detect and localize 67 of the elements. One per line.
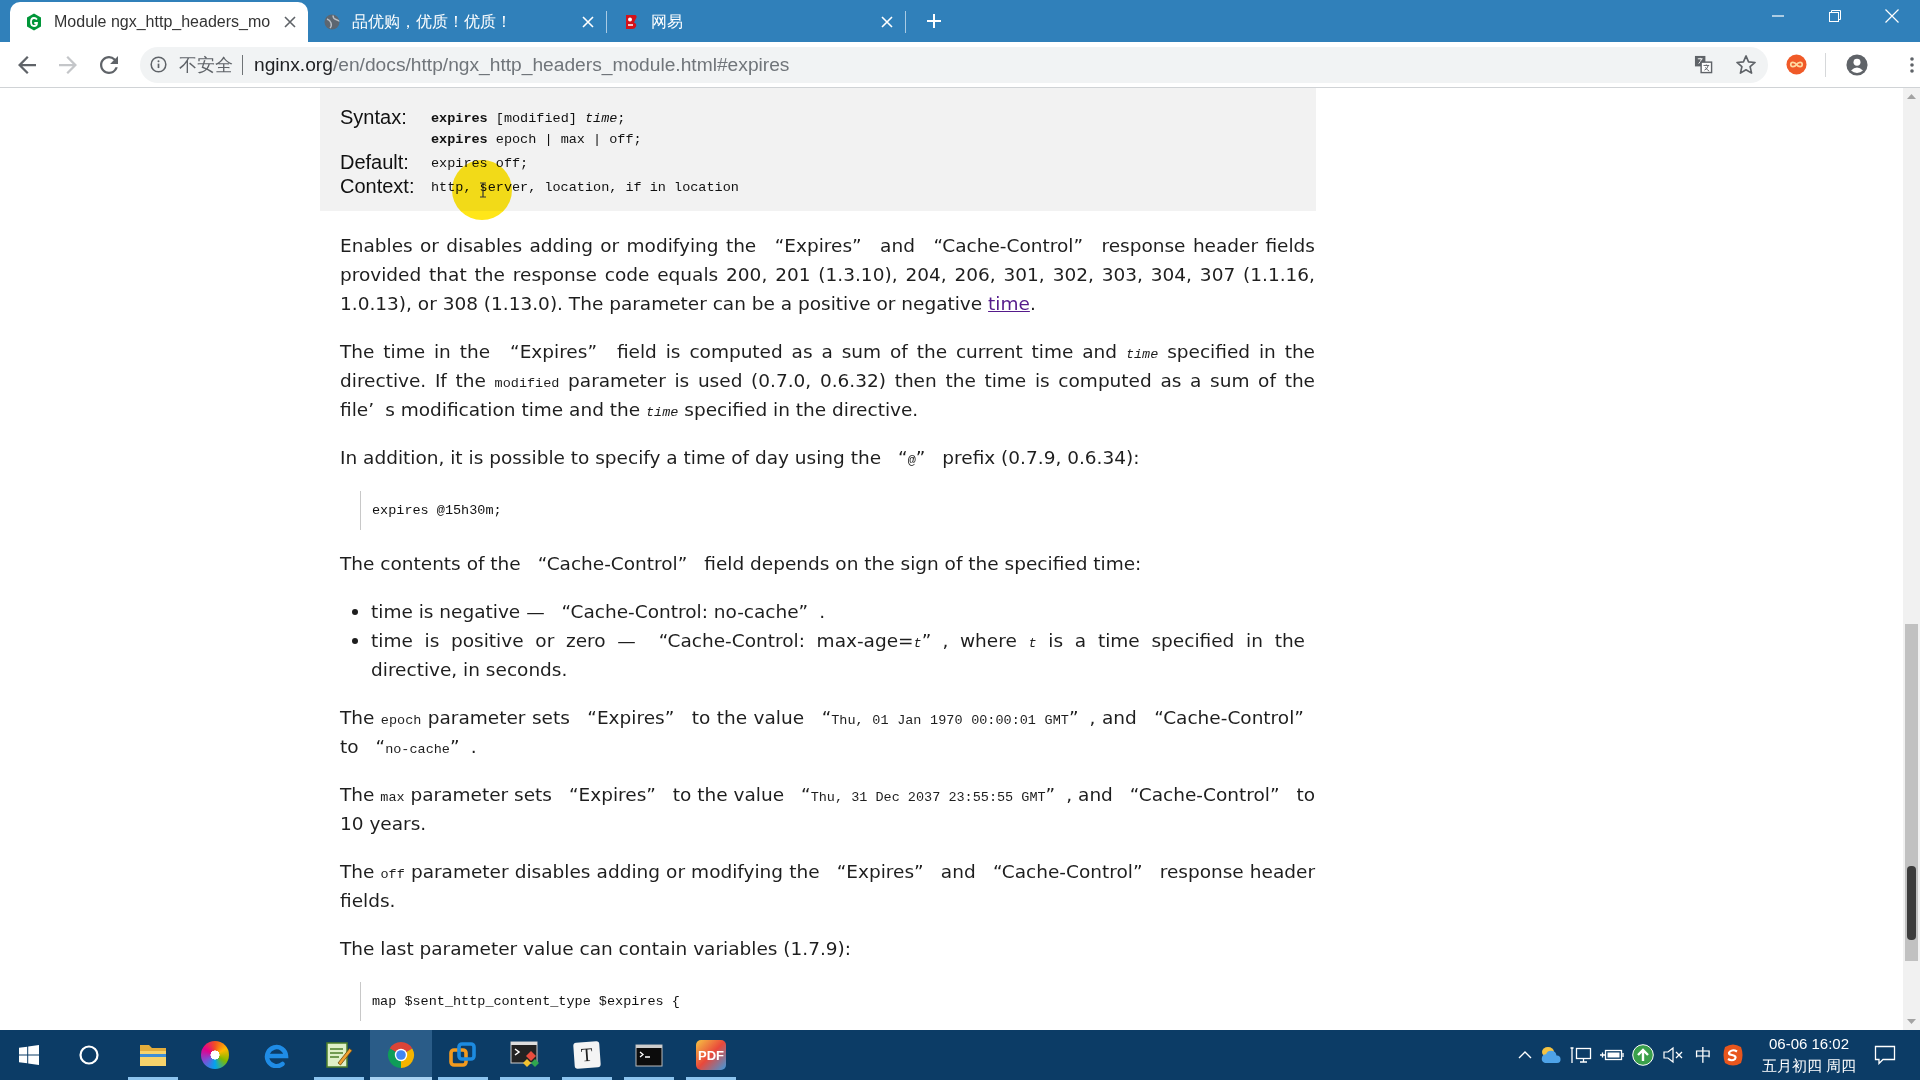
folder-icon [139,1043,167,1067]
browser-tab[interactable]: 网易 [607,2,905,42]
back-arrow-icon [18,55,36,74]
tile-logo-icon[interactable] [1722,1044,1744,1066]
globe-icon [324,14,340,30]
overlapping-squares-icon [449,1041,477,1069]
translate-icon[interactable] [1694,55,1713,74]
code-block: expires @15h30m; [360,491,1315,530]
scrollbar[interactable] [1903,88,1920,1030]
ring-logo-icon [387,1041,415,1069]
pinwheel-icon [201,1041,229,1069]
browser-tab[interactable]: 品优购，优质！优质！ [308,2,606,42]
menu-icon[interactable] [1910,56,1914,73]
security-label: 不安全 [179,53,233,77]
star-icon[interactable] [1736,55,1756,74]
code-block: map $sent_http_content_type $expires { [360,982,1315,1021]
reload-icon [100,55,118,74]
close-icon [1884,9,1899,23]
url-text: nginx.org/en/docs/http/ngx_http_headers_module.html#expires [254,53,791,76]
directive-label: Context: [340,174,416,198]
speaker-muted-icon[interactable] [1662,1046,1684,1064]
browser-tab[interactable]: Module ngx_http_headers_mo [10,2,308,42]
restore-icon [1828,10,1841,22]
site-logo-icon [623,14,639,30]
infinity-badge-icon[interactable] [1786,54,1807,75]
input-method-indicator[interactable]: 中 [1688,1043,1718,1067]
directive-value: expires [modified] time; [431,110,627,128]
caret-up-icon[interactable] [1518,1051,1532,1059]
address-bar[interactable]: 不安全 nginx.org/en/docs/http/ngx_http_headers_module.html#expires [140,46,1768,83]
paragraph: The contents of the “Cache-Control” field depends on the sign of the specified time: [340,552,1143,576]
network-icon[interactable] [1570,1046,1592,1064]
paragraph: The max parameter sets “Expires” to the value “Thu, 31 Dec 2037 23:55:55 GMT” , and “Cache-Control” to 10 years. [340,783,1315,836]
hexagon-logo-icon [26,13,42,31]
minimize-icon [1771,15,1784,17]
paragraph: The time in the “Expires” field is computed as a sum of the current time and time specified in the directive. If the modified parameter is used (0.7.0, 0.6.32) then the time is computed as a sum of the file’ s modification time and the time specified in the directive. [340,340,1315,422]
cloud-icon[interactable] [1540,1046,1562,1064]
notification-icon[interactable] [1874,1045,1896,1065]
close-icon[interactable] [284,16,296,28]
notepad-icon [325,1041,353,1069]
upload-icon[interactable] [1632,1044,1654,1066]
plus-icon [926,13,942,29]
bullet-icon [352,609,358,615]
account-icon[interactable] [1846,53,1868,76]
directive-value: expires epoch | max | off; [431,131,643,149]
circle-icon [79,1045,99,1065]
paragraph: In addition, it is possible to specify a time of day using the “@” prefix (0.7.9, 0.6.34): [340,446,1141,470]
battery-icon[interactable] [1600,1048,1624,1062]
taskbar-app[interactable]: T [556,1030,618,1080]
paragraph: The epoch parameter sets “Expires” to the value “Thu, 01 Jan 1970 00:00:01 GMT” , and “Cache-Control” to “no-cache” . [340,706,1305,759]
forward-arrow-icon [59,55,77,74]
info-icon[interactable] [150,56,167,73]
paragraph: The last parameter value can contain variables (1.7.9): [340,937,853,961]
directive-label: Default: [340,150,410,174]
grip-handle-icon[interactable] [1907,866,1916,940]
paragraph: Enables or disables adding or modifying the “Expires” and “Cache-Control” response header fields provided that the response code equals 200, 201 (1.3.10), 204, 206, 301, 302, 303, 304, 307 (1.1.16, 1.0.13), or 308 (1.13.0). The parameter can be a positive or negative time. [340,234,1315,316]
list-item-text: time is positive or zero — “Cache-Control: max-age=t” , where t is a time specified in the directive, in seconds. [371,629,1305,682]
bullet-icon [352,638,358,644]
link[interactable]: time [988,293,1030,314]
console-icon [635,1043,663,1067]
terminal-icon [510,1041,540,1069]
clock-time[interactable]: 06-06 16:02 [1768,1033,1850,1055]
list-item-text: time is negative — “Cache-Control: no-cache” . [371,600,827,624]
clock-date[interactable]: 五月初四 周四 [1761,1055,1857,1077]
start-icon [19,1045,39,1065]
browser-logo-icon [264,1042,290,1068]
paragraph: The off parameter disables adding or modifying the “Expires” and “Cache-Control” response header fields. [340,860,1315,913]
directive-label: Syntax: [340,105,408,130]
